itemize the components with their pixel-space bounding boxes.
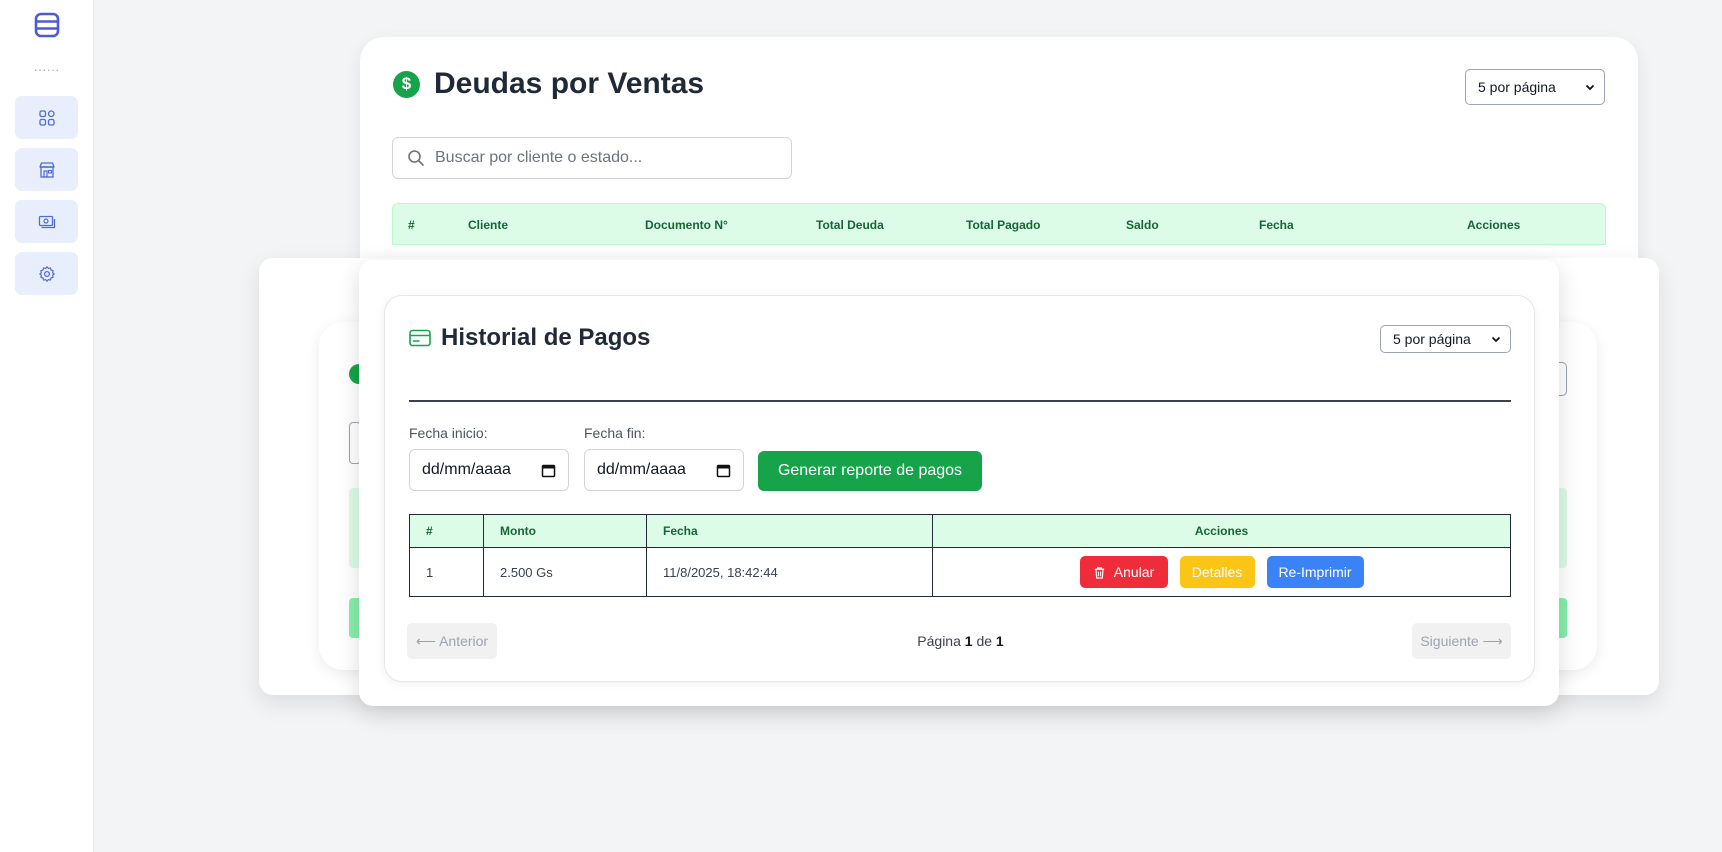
start-date-input[interactable]: dd/mm/aaaa — [409, 449, 569, 491]
generate-report-button[interactable]: Generar reporte de pagos — [758, 451, 982, 491]
page-title: Deudas por Ventas — [434, 67, 705, 100]
payments-per-page-value: 5 por página — [1393, 331, 1471, 347]
sidebar-item-finance[interactable] — [15, 200, 78, 243]
chevron-down-icon — [1585, 84, 1595, 91]
chevron-down-icon — [1491, 336, 1501, 343]
start-date-label: Fecha inicio: — [409, 425, 488, 441]
search-icon — [408, 150, 424, 166]
void-label: Anular — [1113, 564, 1155, 580]
gear-icon — [38, 265, 55, 282]
sidebar-item-settings[interactable] — [15, 252, 78, 295]
credit-card-icon — [409, 329, 431, 347]
debts-per-page-value: 5 por página — [1478, 79, 1556, 95]
divider — [409, 400, 1511, 402]
col-actions: Acciones — [932, 514, 1511, 548]
payments-modal-container: Historial de Pagos 5 por página Fecha in… — [359, 260, 1559, 706]
total-pages: 1 — [995, 633, 1004, 649]
sidebar-separator: ...... — [33, 60, 60, 74]
end-date-label: Fecha fin: — [584, 425, 646, 441]
modal-title: Historial de Pagos — [441, 324, 651, 351]
search-input[interactable] — [435, 149, 765, 167]
row-actions: Anular Detalles Re-Imprimir — [932, 547, 1511, 597]
next-page-button[interactable]: Siguiente ⟶ — [1412, 623, 1511, 659]
page-word: Página — [917, 633, 961, 649]
payments-per-page-select[interactable]: 5 por página — [1380, 325, 1511, 353]
dollar-icon: $ — [393, 70, 420, 98]
trash-icon — [1094, 566, 1104, 579]
page-indicator: Página 1 de 1 — [385, 633, 1536, 649]
payments-table: # Monto Fecha Acciones 1 2.500 Gs 11/8/2… — [409, 514, 1511, 597]
sidebar: ...... — [0, 0, 94, 852]
store-icon — [38, 161, 55, 178]
sidebar-item-store[interactable] — [15, 148, 78, 191]
start-date-placeholder: dd/mm/aaaa — [422, 461, 511, 478]
col-num: # — [409, 514, 484, 548]
col-balance: Saldo — [1126, 218, 1159, 232]
end-date-input[interactable]: dd/mm/aaaa — [584, 449, 744, 491]
col-date: Fecha — [646, 514, 933, 548]
row-amount: 2.500 Gs — [483, 547, 647, 597]
row-num: 1 — [409, 547, 484, 597]
end-date-placeholder: dd/mm/aaaa — [597, 461, 686, 478]
money-icon — [38, 215, 55, 228]
debts-table-header: # Cliente Documento N° Total Deuda Total… — [392, 203, 1606, 245]
col-total-debt: Total Deuda — [816, 218, 884, 232]
col-num: # — [408, 218, 415, 232]
payments-modal: Historial de Pagos 5 por página Fecha in… — [384, 295, 1535, 682]
details-button[interactable]: Detalles — [1179, 556, 1255, 588]
grid-icon — [38, 109, 55, 126]
search-field[interactable] — [392, 137, 792, 179]
col-total-paid: Total Pagado — [966, 218, 1041, 232]
of-word: de — [976, 633, 993, 649]
calendar-icon[interactable] — [541, 463, 556, 478]
database-stack-icon[interactable] — [34, 12, 60, 38]
current-page: 1 — [964, 633, 973, 649]
col-actions: Acciones — [1467, 218, 1521, 232]
sidebar-item-dashboard[interactable] — [15, 96, 78, 139]
void-button[interactable]: Anular — [1079, 556, 1168, 588]
col-document: Documento N° — [645, 218, 728, 232]
calendar-icon[interactable] — [716, 463, 731, 478]
table-header-row: # Monto Fecha Acciones — [409, 514, 1511, 548]
table-row: 1 2.500 Gs 11/8/2025, 18:42:44 Anular De… — [409, 547, 1511, 597]
debts-per-page-select[interactable]: 5 por página — [1465, 69, 1605, 105]
col-date: Fecha — [1259, 218, 1294, 232]
col-amount: Monto — [483, 514, 647, 548]
row-date: 11/8/2025, 18:42:44 — [646, 547, 933, 597]
col-client: Cliente — [468, 218, 509, 232]
reprint-button[interactable]: Re-Imprimir — [1266, 556, 1364, 588]
